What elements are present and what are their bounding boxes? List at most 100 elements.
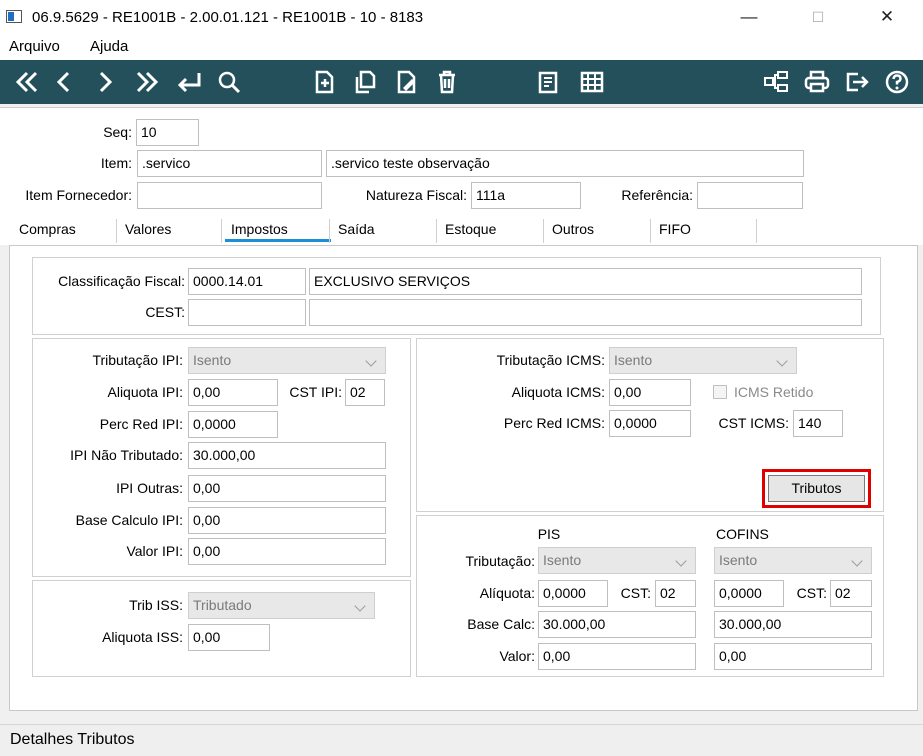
referencia-label: Referência: [621, 187, 693, 203]
next-icon[interactable] [86, 60, 122, 104]
tab-valores[interactable]: Valores [125, 221, 171, 237]
app-icon [6, 10, 22, 23]
pis-cst-field[interactable]: 02 [655, 580, 696, 607]
aliquota-iss-label: Aliquota ISS: [102, 629, 183, 645]
base-calculo-ipi-label: Base Calculo IPI: [75, 512, 183, 528]
menu-bar: Arquivo Ajuda [0, 34, 923, 60]
cst-ipi-field[interactable]: 02 [345, 379, 385, 406]
perc-red-icms-field[interactable]: 0,0000 [609, 410, 691, 437]
valor-ipi-label: Valor IPI: [126, 543, 183, 559]
cofins-valor-field[interactable]: 0,00 [714, 643, 872, 670]
ipi-nao-tributado-field[interactable]: 30.000,00 [188, 442, 386, 469]
seq-label: Seq: [103, 124, 132, 140]
classificacao-code-field[interactable]: 0000.14.01 [188, 268, 306, 295]
maximize-button[interactable]: ☐ [795, 0, 841, 34]
ipi-outras-field[interactable]: 0,00 [188, 475, 386, 502]
cest-desc-field[interactable] [309, 299, 862, 326]
tab-separator [756, 219, 757, 243]
menu-ajuda[interactable]: Ajuda [90, 38, 128, 55]
item-description-field[interactable]: .servico teste observação [326, 150, 804, 177]
cofins-tributacao-select[interactable]: Isento [714, 547, 872, 574]
tab-compras[interactable]: Compras [19, 221, 76, 237]
ipi-nao-tributado-label: IPI Não Tributado: [70, 447, 183, 463]
perc-red-ipi-field[interactable]: 0,0000 [188, 411, 278, 438]
aliquota-iss-field[interactable]: 0,00 [188, 624, 270, 651]
tab-outros[interactable]: Outros [552, 221, 594, 237]
tab-bar: Compras Valores Impostos Saída Estoque O… [0, 215, 923, 245]
grid-icon[interactable] [573, 60, 609, 104]
tab-separator [543, 219, 544, 243]
aliquota-icms-field[interactable]: 0,00 [609, 379, 691, 406]
tab-estoque[interactable]: Estoque [445, 221, 496, 237]
tributacao-ipi-select[interactable]: Isento [188, 347, 386, 374]
natureza-fiscal-field[interactable]: 111a [471, 182, 581, 209]
pis-header: PIS [537, 526, 561, 542]
valor-ipi-field[interactable]: 0,00 [188, 538, 386, 565]
icms-retido-checkbox[interactable] [713, 385, 727, 399]
print-icon[interactable] [798, 60, 834, 104]
tab-separator [221, 219, 222, 243]
cofins-base-calc-field[interactable]: 30.000,00 [714, 611, 872, 638]
seq-field[interactable]: 10 [136, 119, 199, 146]
close-button[interactable]: ✕ [864, 0, 910, 34]
title-bar: 06.9.5629 - RE1001B - 2.00.01.121 - RE10… [0, 0, 923, 34]
ipi-group: Tributação IPI: Isento Aliquota IPI: 0,0… [32, 338, 411, 577]
window-title: 06.9.5629 - RE1001B - 2.00.01.121 - RE10… [32, 9, 424, 26]
trib-iss-label: Trib ISS: [129, 597, 183, 613]
copy-icon[interactable] [346, 60, 382, 104]
pis-base-calc-field[interactable]: 30.000,00 [538, 611, 696, 638]
item-fornecedor-field[interactable] [137, 182, 322, 209]
previous-icon[interactable] [46, 60, 82, 104]
help-icon[interactable] [878, 60, 914, 104]
natureza-fiscal-label: Natureza Fiscal: [365, 187, 467, 203]
status-text: Detalhes Tributos [10, 731, 135, 748]
cofins-aliquota-field[interactable]: 0,0000 [714, 580, 784, 607]
pis-cst-label: CST: [620, 585, 651, 601]
iss-group: Trib ISS: Tributado Aliquota ISS: 0,00 [32, 580, 411, 677]
cofins-cst-label: CST: [796, 585, 827, 601]
cofins-cst-field[interactable]: 02 [830, 580, 872, 607]
report-icon[interactable] [530, 60, 566, 104]
valor-label: Valor: [499, 648, 535, 664]
tab-saida[interactable]: Saída [338, 221, 375, 237]
return-icon[interactable] [170, 60, 206, 104]
aliquota-label: Alíquota: [479, 585, 535, 601]
new-document-icon[interactable] [305, 60, 341, 104]
cest-code-field[interactable] [188, 299, 306, 326]
edit-icon[interactable] [388, 60, 424, 104]
ipi-outras-label: IPI Outras: [116, 480, 183, 496]
item-label: Item: [100, 155, 132, 171]
exit-icon[interactable] [838, 60, 874, 104]
item-code-field[interactable]: .servico [137, 150, 322, 177]
menu-arquivo[interactable]: Arquivo [9, 38, 60, 55]
cst-icms-field[interactable]: 140 [793, 410, 843, 437]
referencia-field[interactable] [697, 182, 803, 209]
pis-aliquota-field[interactable]: 0,0000 [538, 580, 608, 607]
last-icon[interactable] [128, 60, 164, 104]
pis-cofins-group: PIS COFINS Tributação: Isento Isento Alí… [416, 515, 884, 677]
base-calc-label: Base Calc: [467, 616, 535, 632]
aliquota-ipi-field[interactable]: 0,00 [188, 379, 278, 406]
tab-separator [436, 219, 437, 243]
tributacao-icms-select[interactable]: Isento [609, 347, 797, 374]
perc-red-icms-label: Perc Red ICMS: [503, 415, 605, 431]
item-fornecedor-label: Item Fornecedor: [25, 187, 132, 203]
classificacao-fiscal-group: Classificação Fiscal: 0000.14.01 EXCLUSI… [32, 257, 881, 335]
tree-icon[interactable] [757, 60, 793, 104]
search-icon[interactable] [210, 60, 246, 104]
perc-red-ipi-label: Perc Red IPI: [99, 416, 183, 432]
tab-separator [116, 219, 117, 243]
tributacao-icms-label: Tributação ICMS: [496, 352, 605, 368]
minimize-button[interactable]: — [726, 0, 772, 34]
tab-fifo[interactable]: FIFO [659, 221, 691, 237]
first-icon[interactable] [8, 60, 44, 104]
pis-tributacao-select[interactable]: Isento [538, 547, 696, 574]
pis-valor-field[interactable]: 0,00 [538, 643, 696, 670]
classificacao-desc-field[interactable]: EXCLUSIVO SERVIÇOS [309, 268, 862, 295]
tributos-button[interactable]: Tributos [768, 475, 865, 502]
tab-impostos[interactable]: Impostos [231, 221, 288, 237]
icms-retido-label: ICMS Retido [734, 384, 814, 400]
trib-iss-select[interactable]: Tributado [188, 592, 375, 619]
delete-icon[interactable] [428, 60, 464, 104]
base-calculo-ipi-field[interactable]: 0,00 [188, 507, 386, 534]
